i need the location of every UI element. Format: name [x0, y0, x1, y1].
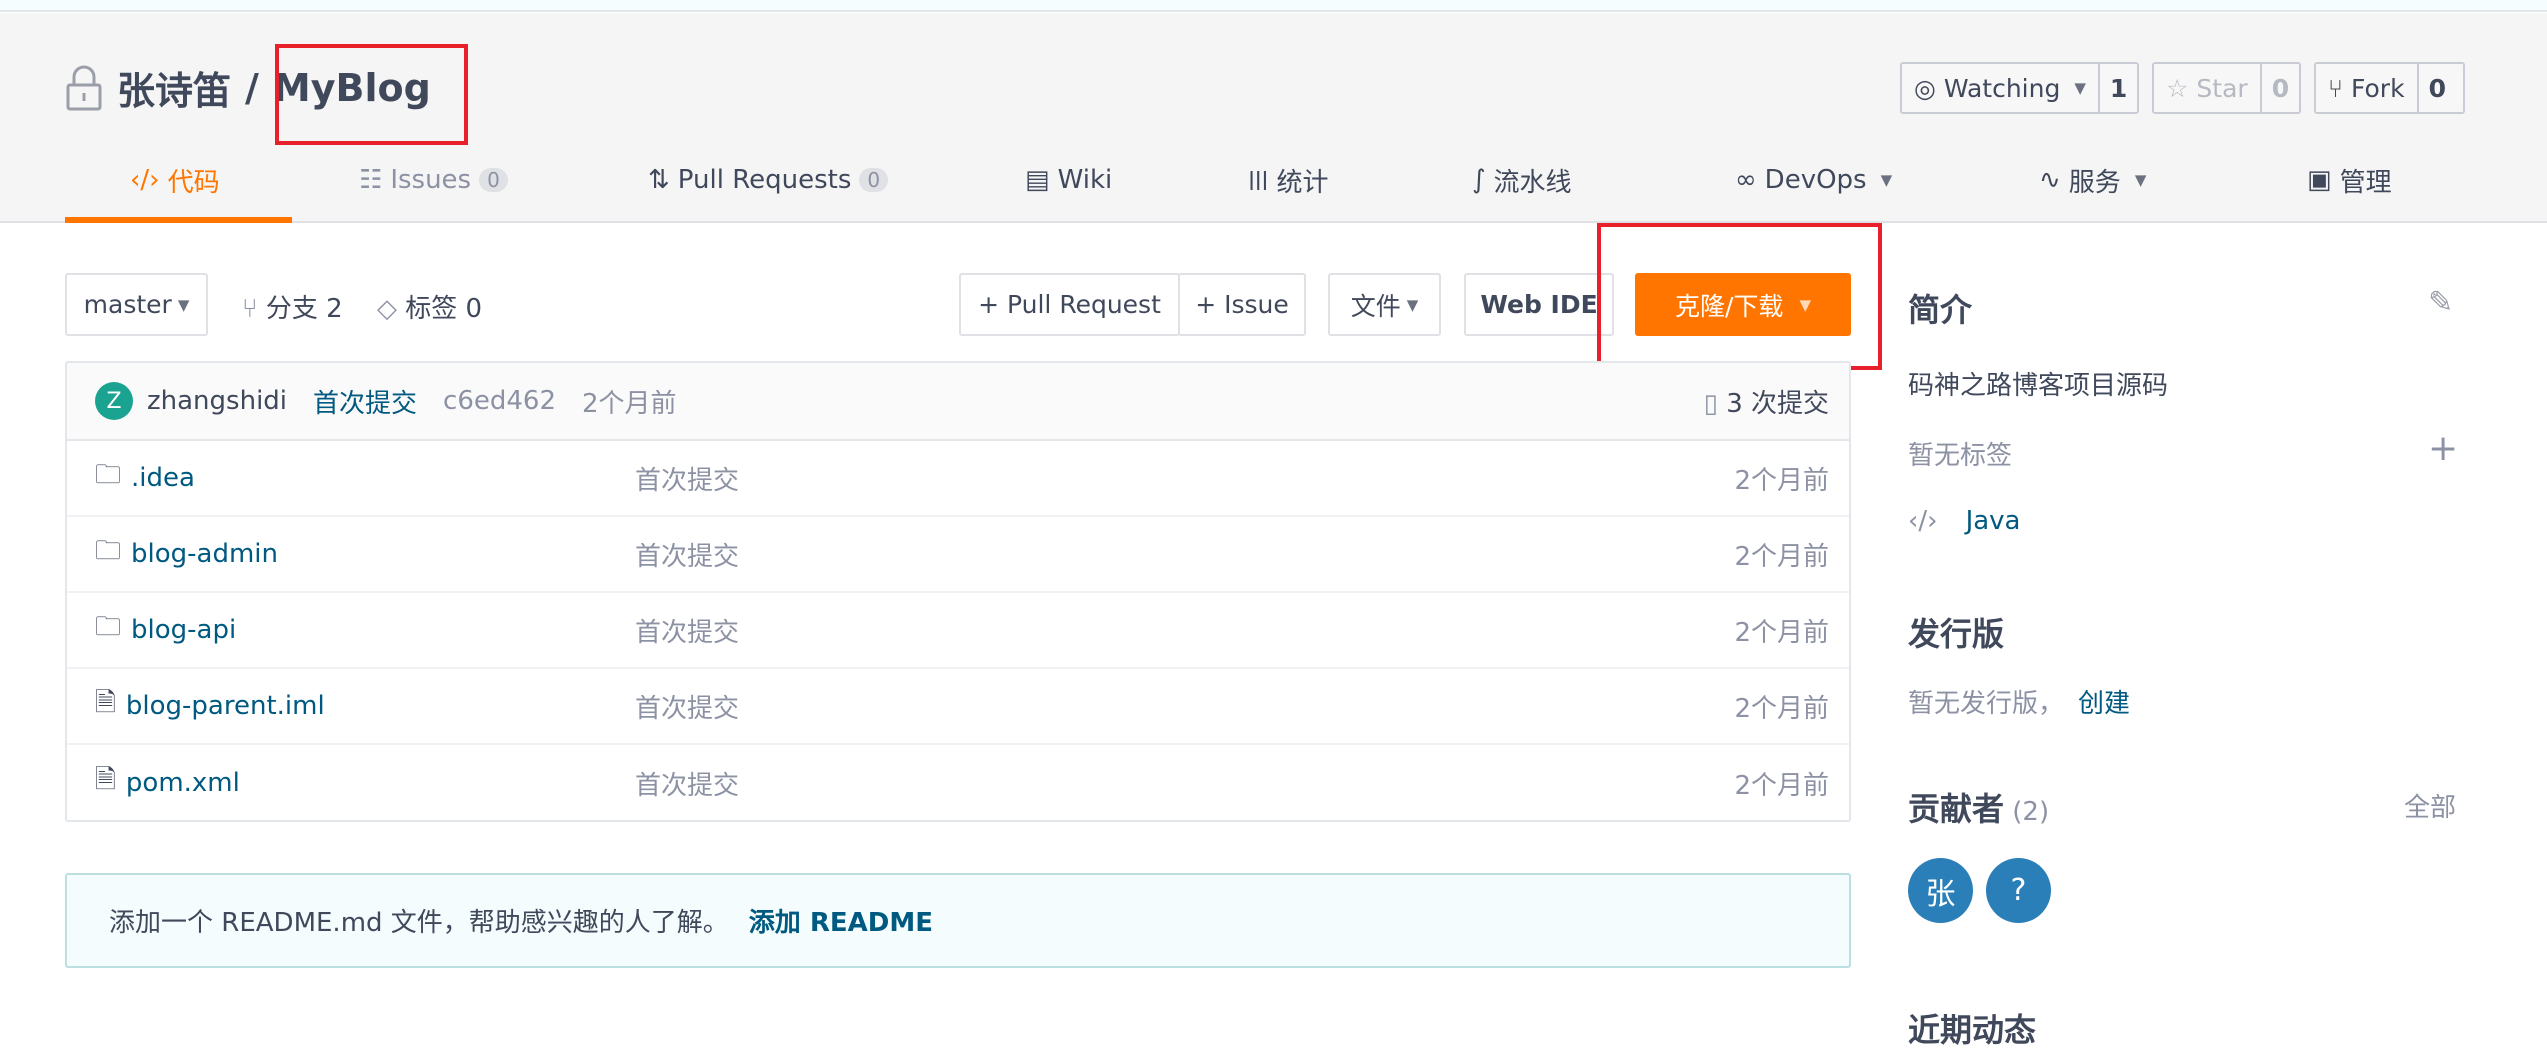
all-contributors-link[interactable]: 全部 — [2404, 787, 2456, 824]
file-row[interactable]: 🗎 blog-parent.iml 首次提交 2个月前 — [67, 669, 1849, 745]
file-icon: 🗎 — [95, 688, 116, 718]
contributor-avatar[interactable]: 张 — [1908, 858, 1973, 923]
commit-hash[interactable]: c6ed462 — [443, 386, 556, 416]
issues-icon: ☷ — [359, 165, 383, 195]
settings-doc-icon: ▣ — [2307, 165, 2332, 195]
repo-owner[interactable]: 张诗笛 — [117, 60, 231, 115]
file-row[interactable]: 🗎 pom.xml 首次提交 2个月前 — [67, 745, 1849, 821]
commit-message[interactable]: 首次提交 — [313, 383, 417, 420]
commit-count[interactable]: ▯ 3 次提交 — [1704, 383, 1829, 420]
fork-icon: ⑂ — [2328, 73, 2344, 103]
pull-request-icon: ⇅ — [648, 165, 670, 195]
file-row[interactable]: 🗀 .idea 首次提交 2个月前 — [67, 441, 1849, 517]
pipeline-icon: ∫ — [1472, 165, 1486, 195]
readme-notice: 添加一个 README.md 文件，帮助感兴趣的人了解。 添加 README — [65, 873, 1851, 968]
watch-count[interactable]: 1 — [2097, 64, 2137, 112]
edit-intro-icon[interactable]: ✎ — [2428, 285, 2453, 320]
tab-code[interactable]: ‹/› 代码 — [130, 160, 220, 200]
tab-services[interactable]: ∿ 服务 ▼ — [2039, 160, 2146, 200]
file-icon: 🗎 — [95, 765, 116, 795]
lock-icon — [66, 65, 102, 110]
tab-issues[interactable]: ☷ Issues 0 — [359, 160, 508, 200]
code-icon: ‹/› — [1908, 506, 1938, 536]
code-icon: ‹/› — [130, 165, 160, 195]
readme-notice-text: 添加一个 README.md 文件，帮助感兴趣的人了解。 — [109, 908, 729, 938]
latest-commit-bar: Z zhangshidi 首次提交 c6ed462 2个月前 ▯ 3 次提交 — [67, 363, 1849, 441]
recent-activity-title: 近期动态 — [1908, 1011, 2037, 1049]
tab-devops[interactable]: ∞ DevOps ▼ — [1735, 160, 1892, 200]
branch-select[interactable]: master ▼ — [65, 273, 208, 336]
infinity-icon: ∞ — [1735, 165, 1757, 195]
add-tag-icon[interactable]: + — [2428, 428, 2458, 469]
add-readme-link[interactable]: 添加 README — [749, 902, 933, 939]
tag-icon: ◇ — [377, 294, 406, 324]
tab-pull-requests[interactable]: ⇅ Pull Requests 0 — [648, 160, 889, 200]
author-avatar[interactable]: Z — [95, 382, 133, 420]
highlight-box-repo-name — [275, 44, 468, 145]
bar-chart-icon: Ⲽ — [1248, 167, 1269, 197]
file-row[interactable]: 🗀 blog-admin 首次提交 2个月前 — [67, 517, 1849, 593]
repo-description: 码神之路博客项目源码 — [1908, 371, 2169, 401]
no-tags-text: 暂无标签 — [1908, 441, 2013, 471]
file-menu-button[interactable]: 文件 ▼ — [1328, 273, 1441, 336]
tab-pipeline[interactable]: ∫ 流水线 — [1472, 160, 1572, 200]
caret-down-icon: ▼ — [177, 295, 190, 314]
contributors-header: 贡献者 (2) — [1908, 790, 2050, 828]
intro-title: 简介 — [1908, 291, 1973, 329]
folder-icon: 🗀 — [95, 536, 122, 566]
active-tab-indicator — [65, 217, 292, 223]
top-strip — [0, 0, 2547, 12]
new-issue-button[interactable]: + Issue — [1178, 273, 1306, 336]
branch-icon: ⑂ — [242, 294, 266, 324]
tab-wiki[interactable]: ▤ Wiki — [1025, 160, 1112, 200]
star-icon: ☆ — [2166, 73, 2189, 103]
folder-icon: 🗀 — [95, 612, 122, 642]
file-row[interactable]: 🗀 blog-api 首次提交 2个月前 — [67, 593, 1849, 669]
tags-link[interactable]: ◇ 标签 0 — [377, 288, 482, 325]
pulse-icon: ∿ — [2039, 165, 2061, 195]
pull-requests-badge: 0 — [859, 168, 889, 192]
caret-down-icon: ▼ — [2074, 79, 2086, 97]
commits-icon: ▯ — [1703, 388, 1727, 419]
file-table: Z zhangshidi 首次提交 c6ed462 2个月前 ▯ 3 次提交 🗀… — [65, 361, 1851, 822]
tab-stats[interactable]: Ⲽ 统计 — [1248, 160, 1329, 200]
eye-icon: ◎ — [1914, 73, 1936, 103]
releases-info: 暂无发行版， 创建 — [1908, 689, 2131, 719]
book-icon: ▤ — [1025, 165, 1050, 195]
highlight-box-clone — [1597, 223, 1882, 370]
language[interactable]: ‹/› Java — [1908, 506, 2460, 536]
caret-down-icon: ▼ — [1880, 171, 1893, 189]
watch-button[interactable]: ◎ Watching ▼ 1 — [1900, 62, 2139, 114]
new-pull-request-button[interactable]: + Pull Request — [959, 273, 1180, 336]
branches-link[interactable]: ⑂ 分支 2 — [242, 288, 343, 325]
web-ide-button[interactable]: Web IDE — [1464, 273, 1614, 336]
commit-author[interactable]: zhangshidi — [147, 386, 287, 416]
tab-manage[interactable]: ▣ 管理 — [2307, 160, 2392, 200]
releases-title: 发行版 — [1908, 615, 2005, 653]
commit-time: 2个月前 — [582, 388, 677, 419]
contributor-avatar[interactable]: ? — [1986, 858, 2051, 923]
star-count[interactable]: 0 — [2259, 64, 2299, 112]
star-button[interactable]: ☆ Star 0 — [2152, 62, 2301, 114]
title-separator: / — [245, 65, 259, 110]
fork-button[interactable]: ⑂ Fork 0 — [2314, 62, 2465, 114]
caret-down-icon: ▼ — [2134, 171, 2147, 189]
create-release-link[interactable]: 创建 — [2078, 689, 2130, 719]
caret-down-icon: ▼ — [1406, 295, 1419, 314]
folder-icon: 🗀 — [95, 460, 122, 490]
issues-badge: 0 — [479, 168, 508, 192]
fork-count[interactable]: 0 — [2416, 64, 2456, 112]
